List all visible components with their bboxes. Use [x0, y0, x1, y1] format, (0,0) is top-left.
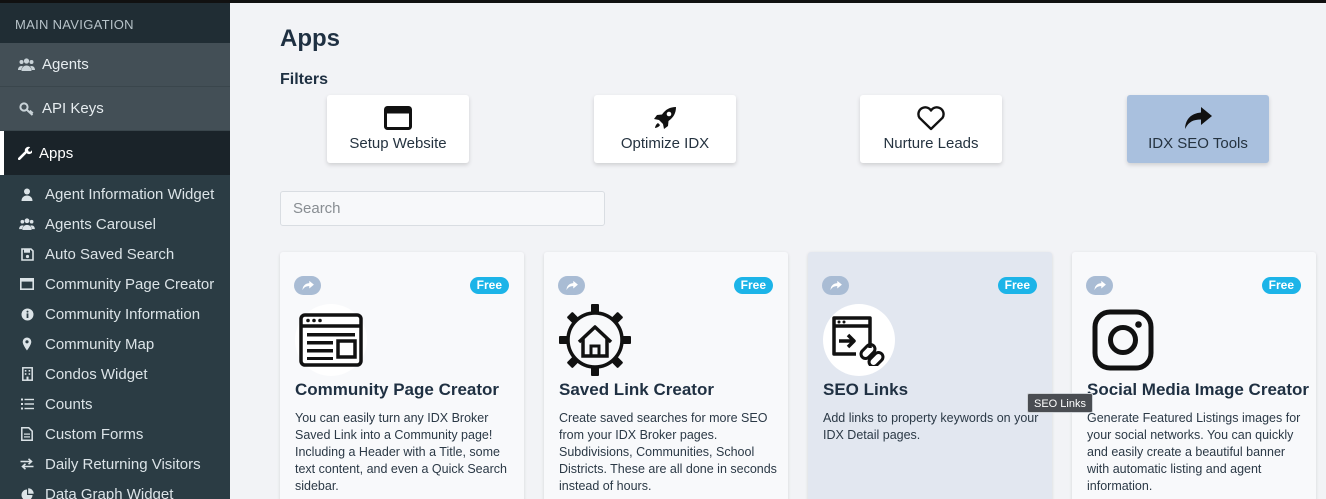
sidebar-item-label: Data Graph Widget	[45, 485, 174, 499]
sidebar-item-condos-widget[interactable]: Condos Widget	[0, 359, 230, 389]
share-button[interactable]	[558, 276, 585, 295]
pie-chart-icon	[19, 487, 35, 499]
sidebar-item-label: Condos Widget	[45, 365, 148, 383]
share-icon	[829, 280, 843, 291]
rocket-icon	[652, 105, 678, 131]
sidebar-item-label: Agents Carousel	[45, 215, 156, 233]
main-content: Apps Filters Setup Website Optimize IDX …	[230, 3, 1326, 499]
user-icon	[19, 187, 35, 201]
filter-label: Nurture Leads	[883, 135, 979, 152]
sidebar-item-apps[interactable]: Apps	[0, 131, 230, 175]
sidebar-item-label: Agents	[42, 56, 89, 73]
app-card-saved-link-creator[interactable]: Free Saved Link Creator Create saved sea…	[544, 252, 788, 499]
filter-setup-website[interactable]: Setup Website	[327, 95, 469, 163]
sidebar-item-agents-carousel[interactable]: Agents Carousel	[0, 209, 230, 239]
nav-header: MAIN NAVIGATION	[0, 3, 230, 43]
free-badge: Free	[733, 277, 773, 294]
filter-label: IDX SEO Tools	[1148, 135, 1248, 152]
sidebar-item-community-map[interactable]: Community Map	[0, 329, 230, 359]
card-title: Community Page Creator	[295, 380, 500, 399]
sidebar-item-label: Apps	[39, 144, 74, 162]
window-icon	[384, 105, 412, 131]
building-icon	[19, 367, 35, 381]
card-title: Social Media Image Creator	[1087, 380, 1310, 399]
sidebar-item-label: Community Map	[45, 335, 155, 353]
map-marker-icon	[19, 337, 35, 351]
card-description: Generate Featured Listings images for yo…	[1087, 411, 1301, 493]
link-window-icon	[823, 304, 895, 376]
sidebar-item-label: Counts	[45, 395, 93, 413]
card-description: Create saved searches for more SEO from …	[559, 411, 777, 493]
card-title: SEO Links	[823, 380, 909, 399]
apps-submenu: Agent Information Widget Agents Carousel…	[0, 175, 230, 499]
share-icon	[1183, 105, 1213, 131]
info-icon	[19, 307, 35, 321]
form-icon	[19, 427, 35, 441]
filter-idx-seo-tools[interactable]: IDX SEO Tools	[1127, 95, 1269, 163]
sidebar-item-label: Daily Returning Visitors	[45, 455, 201, 473]
app-card-social-media-image-creator[interactable]: Free Social Media Image Creator Generate…	[1072, 252, 1316, 499]
sidebar-item-auto-saved-search[interactable]: Auto Saved Search	[0, 239, 230, 269]
sidebar-item-label: Agent Information Widget	[45, 185, 215, 203]
share-icon	[1093, 280, 1107, 291]
top-border	[0, 0, 1326, 3]
sidebar-item-label: Community Information	[45, 305, 201, 323]
share-icon	[301, 280, 315, 291]
sidebar-item-label: Community Page Creator	[45, 275, 215, 293]
free-badge: Free	[469, 277, 509, 294]
sidebar-item-community-information[interactable]: Community Information	[0, 299, 230, 329]
share-button[interactable]	[822, 276, 849, 295]
sidebar-item-data-graph-widget[interactable]: Data Graph Widget	[0, 479, 230, 499]
app-card-seo-links[interactable]: Free SEO Links Add links to property key…	[808, 252, 1052, 499]
card-description: Add links to property keywords on your I…	[823, 411, 1039, 442]
sidebar-item-agents[interactable]: Agents	[0, 43, 230, 87]
filter-label: Optimize IDX	[620, 135, 710, 152]
sidebar-item-label: Custom Forms	[45, 425, 144, 443]
wrench-icon	[18, 146, 34, 160]
users-icon	[17, 57, 35, 73]
sidebar-item-custom-forms[interactable]: Custom Forms	[0, 419, 230, 449]
sidebar: MAIN NAVIGATION Agents API Keys Apps Age…	[0, 3, 230, 499]
sidebar-item-community-page-creator[interactable]: Community Page Creator	[0, 269, 230, 299]
list-icon	[19, 397, 35, 411]
free-badge: Free	[1261, 277, 1301, 294]
heart-icon	[916, 105, 946, 131]
tooltip: SEO Links	[1027, 393, 1093, 413]
sidebar-item-agent-information-widget[interactable]: Agent Information Widget	[0, 179, 230, 209]
filter-optimize-idx[interactable]: Optimize IDX	[594, 95, 736, 163]
gear-house-icon	[559, 304, 631, 376]
browser-window-icon	[295, 304, 367, 376]
exchange-icon	[19, 457, 35, 471]
page-title: Apps	[280, 25, 340, 52]
card-title: Saved Link Creator	[559, 380, 714, 399]
card-description: You can easily turn any IDX Broker Saved…	[295, 411, 507, 493]
share-button[interactable]	[294, 276, 321, 295]
app-card-community-page-creator[interactable]: Free Community Page Creator You can easi…	[280, 252, 524, 499]
key-icon	[17, 101, 35, 117]
filter-label: Setup Website	[349, 135, 447, 152]
window-icon	[19, 277, 35, 291]
sidebar-item-label: Auto Saved Search	[45, 245, 175, 263]
sidebar-item-daily-returning-visitors[interactable]: Daily Returning Visitors	[0, 449, 230, 479]
share-icon	[565, 280, 579, 291]
instagram-icon	[1087, 304, 1159, 376]
filters-label: Filters	[280, 71, 329, 88]
share-button[interactable]	[1086, 276, 1113, 295]
users-icon	[19, 217, 35, 231]
free-badge: Free	[997, 277, 1037, 294]
sidebar-item-api-keys[interactable]: API Keys	[0, 87, 230, 131]
sidebar-item-counts[interactable]: Counts	[0, 389, 230, 419]
search-input[interactable]	[280, 191, 605, 226]
sidebar-item-label: API Keys	[42, 100, 104, 117]
save-icon	[19, 247, 35, 261]
filter-nurture-leads[interactable]: Nurture Leads	[860, 95, 1002, 163]
